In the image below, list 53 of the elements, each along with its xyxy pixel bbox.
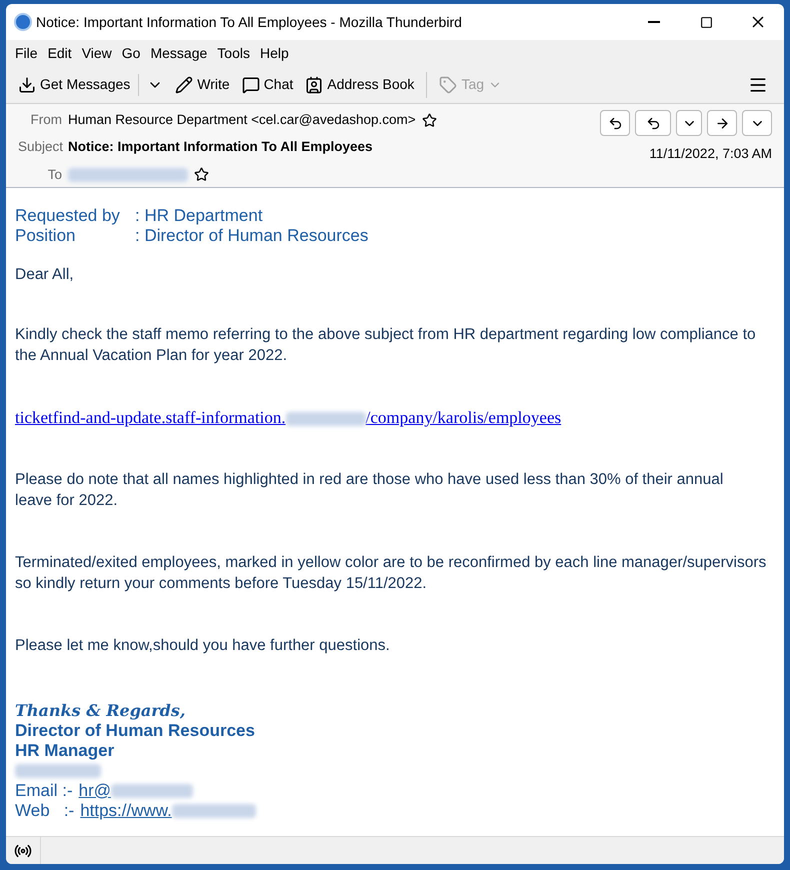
menu-item[interactable]: Help (254, 42, 294, 64)
signature-line: Director of Human Resources (15, 720, 256, 741)
maximize-icon (700, 16, 712, 28)
get-icon (18, 76, 36, 94)
minimize-icon (648, 21, 660, 23)
menu-item[interactable]: Edit (42, 42, 77, 64)
field-label: Subject (18, 138, 62, 156)
toolbar-button[interactable]: Address Book (301, 70, 418, 100)
tag-icon (439, 76, 458, 94)
menu-item[interactable]: View (76, 42, 117, 64)
menu-item[interactable]: Tools (212, 42, 255, 64)
message-date: 11/11/2022, 7:03 AM (649, 145, 772, 163)
signature-label: Email :- (15, 780, 73, 801)
signature-line: HR Manager (15, 740, 116, 761)
toolbar-button[interactable]: Get Messages (14, 70, 134, 100)
toolbar-button[interactable]: Chat (238, 70, 298, 100)
email-link[interactable]: hr@ (78, 780, 193, 801)
toolbar-button[interactable]: Write (171, 70, 234, 100)
reply-button[interactable] (600, 110, 630, 136)
signature-thanks: Thanks & Regards, (15, 700, 186, 721)
info-label: Position (15, 226, 76, 246)
reply-all-button[interactable] (635, 110, 671, 136)
forward-button[interactable] (707, 110, 737, 136)
write-icon (175, 76, 194, 94)
info-label: Requested by (15, 206, 121, 226)
sender-address: Human Resource Department <cel.car@avedashop.com> (68, 111, 416, 129)
greeting-text: Dear All, (15, 264, 75, 285)
star-icon[interactable] (422, 112, 437, 128)
reply-arrow-icon (608, 116, 622, 130)
body-paragraph: Terminated/exited employees, marked in yellow color are to be reconfirmed by each line manager/supervisors so kindly return your comments before Tuesday 15/11/2022. (15, 552, 768, 594)
phishing-link[interactable]: ticketfind-and-update.staff-information. /company/karolis/employees (15, 408, 562, 427)
book-icon (305, 76, 324, 94)
web-link[interactable]: https://www. (80, 800, 256, 821)
signature-label: Web :- (15, 800, 74, 821)
window-title: Notice: Important Information To All Employees - Mozilla Thunderbird (36, 12, 462, 32)
app-logo-icon (14, 13, 32, 31)
forward-arrow-icon (714, 116, 730, 130)
body-paragraph: Kindly check the staff memo referring to the above subject from HR department regarding low compliance to the Annual Vacation Plan for year 2022. (15, 324, 757, 366)
more-button[interactable] (742, 110, 772, 136)
subject-text: Notice: Important Information To All Employees (68, 138, 373, 156)
body-paragraph: Please do note that all names highlighted in red are those who have used less than 30% of their annual leave for 2022. (15, 470, 724, 511)
menu-item[interactable]: Message (145, 42, 212, 64)
star-icon[interactable] (194, 167, 209, 182)
menu-item[interactable]: File (10, 42, 43, 64)
menu-item[interactable]: Go (116, 42, 146, 64)
dropdown-button[interactable] (676, 110, 702, 136)
info-value: : Director of Human Resources (135, 226, 368, 246)
chat-icon (242, 76, 260, 94)
field-label: From (30, 111, 62, 129)
body-paragraph: Please let me know,should you have further questions. (15, 636, 391, 656)
info-value: : HR Department (135, 206, 263, 226)
field-label: To (46, 166, 62, 184)
reply-all-arrow-icon (646, 116, 660, 130)
